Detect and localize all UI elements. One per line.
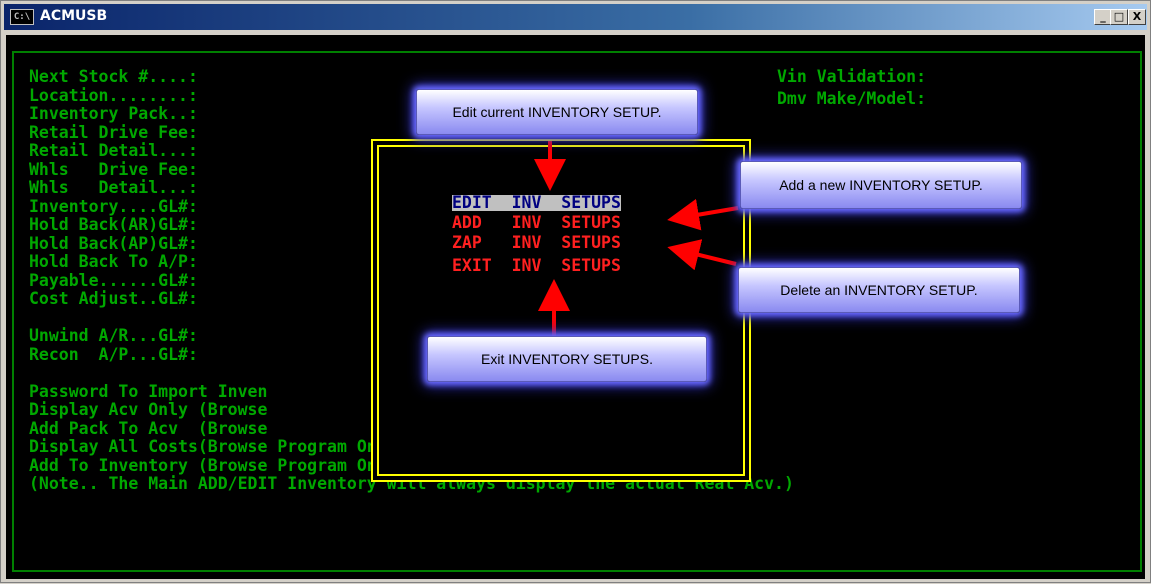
arrow-delete <box>667 239 737 271</box>
callout-delete-text: Delete an INVENTORY SETUP. <box>780 282 978 298</box>
console-window: C:\ ACMUSB _ □ X Next Stock #....: Locati… <box>0 0 1151 583</box>
callout-delete: Delete an INVENTORY SETUP. <box>738 267 1020 313</box>
callout-add: Add a new INVENTORY SETUP. <box>740 161 1022 209</box>
callout-add-text: Add a new INVENTORY SETUP. <box>779 177 983 193</box>
callout-edit: Edit current INVENTORY SETUP. <box>416 89 698 135</box>
arrow-add <box>667 198 739 231</box>
callout-exit: Exit INVENTORY SETUPS. <box>427 336 707 382</box>
callout-exit-text: Exit INVENTORY SETUPS. <box>481 351 653 367</box>
callout-edit-text: Edit current INVENTORY SETUP. <box>452 104 662 120</box>
